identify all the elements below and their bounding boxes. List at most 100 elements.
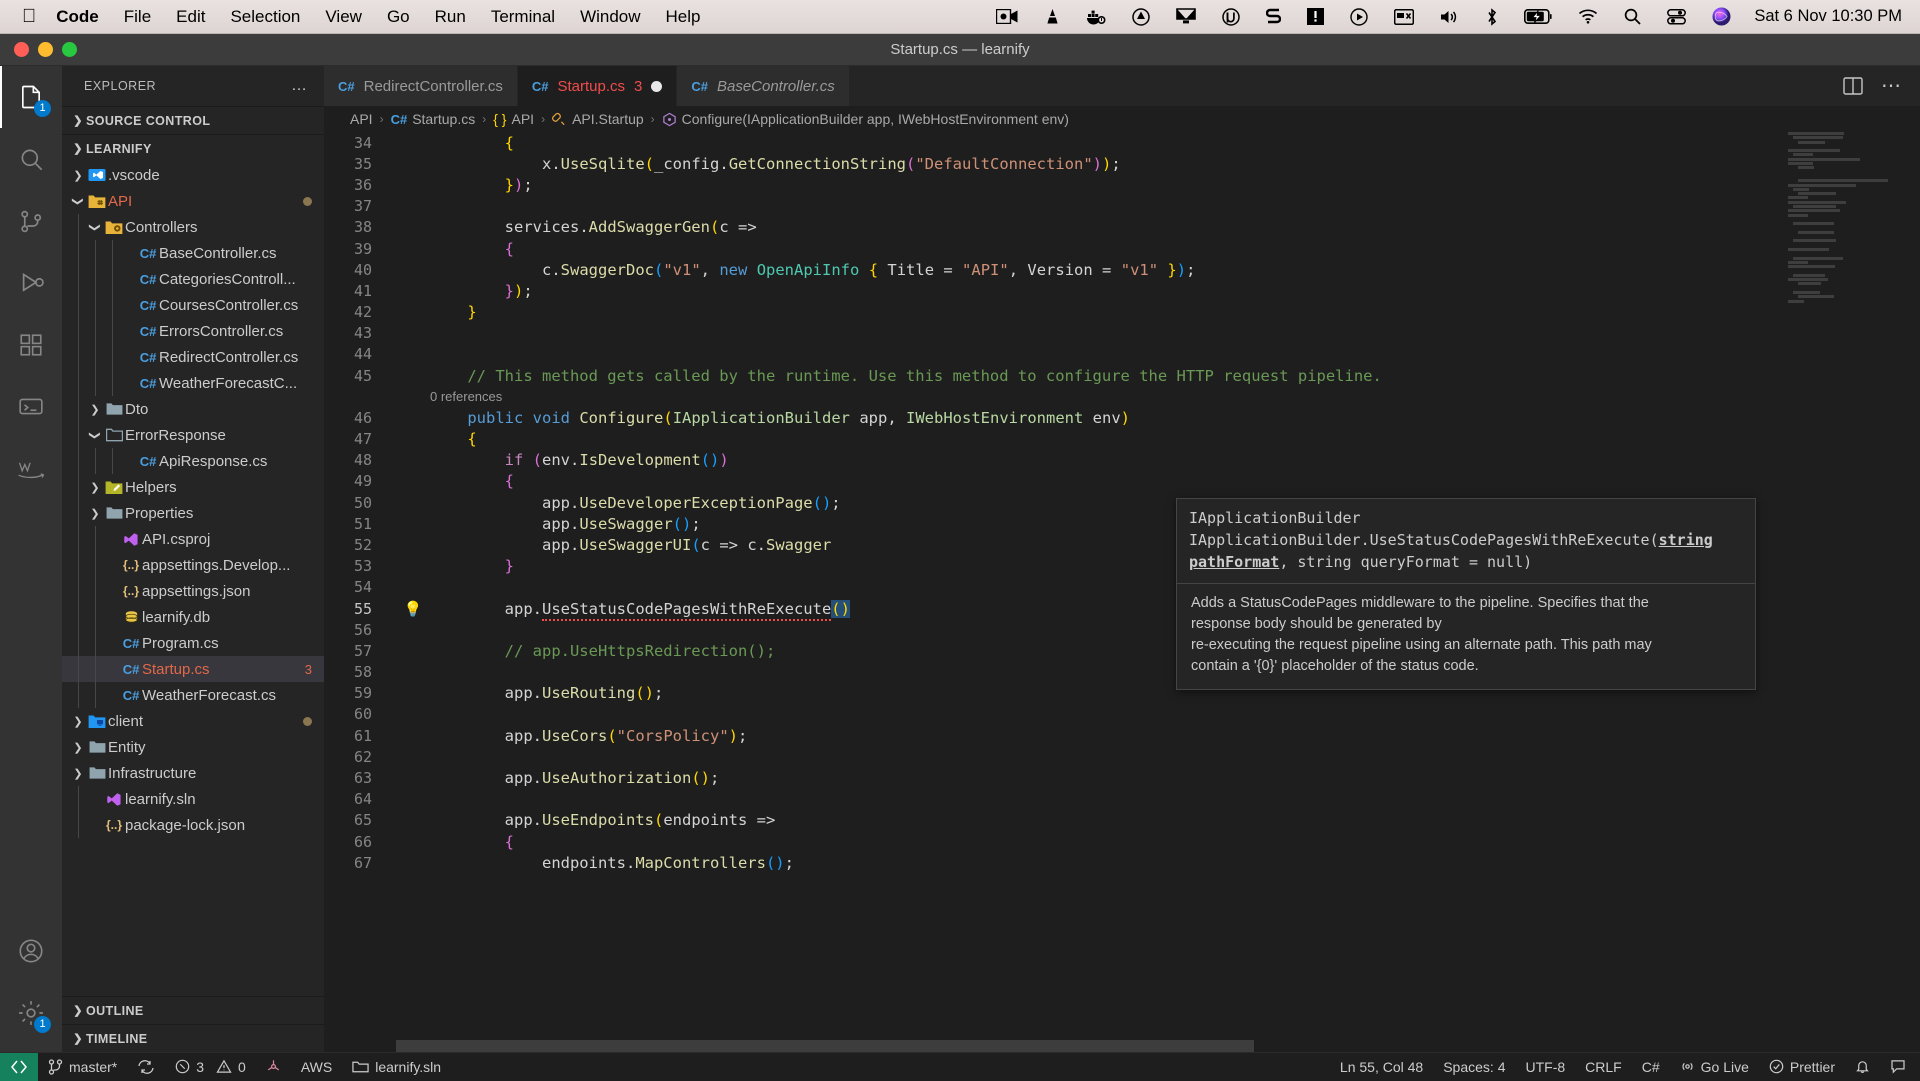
bluetooth-icon[interactable]: [1473, 7, 1511, 26]
status-radiation[interactable]: [256, 1053, 291, 1081]
sidebar-section-source-control[interactable]: ❯ SOURCE CONTROL: [62, 106, 324, 134]
lightbulb-quickfix-icon[interactable]: 💡: [404, 600, 423, 618]
status-problems[interactable]: 3 0: [165, 1053, 256, 1081]
code-line[interactable]: 44: [324, 344, 1920, 365]
code-line[interactable]: 65 app.UseEndpoints(endpoints =>: [324, 810, 1920, 831]
tree-file-row[interactable]: C# Startup.cs 3: [62, 656, 324, 682]
tree-file-row[interactable]: learnify.sln: [62, 786, 324, 812]
code-lens-references[interactable]: 0 references: [324, 386, 1920, 407]
editor-tab[interactable]: C# RedirectController.cs: [324, 66, 518, 106]
code-line[interactable]: 47 {: [324, 428, 1920, 449]
control-center-icon[interactable]: [1654, 8, 1699, 25]
tree-file-row[interactable]: C# BaseController.cs: [62, 240, 324, 266]
tree-folder-row[interactable]: ❯ ErrorResponse: [62, 422, 324, 448]
code-line[interactable]: 34 {: [324, 132, 1920, 153]
code-line[interactable]: 62: [324, 746, 1920, 767]
line-gutter-decoration[interactable]: 💡: [396, 600, 430, 618]
breadcrumb-item[interactable]: API.Startup: [552, 111, 644, 127]
chevron-right-icon[interactable]: ❯: [87, 481, 103, 494]
code-line[interactable]: 67 endpoints.MapControllers();: [324, 852, 1920, 873]
siri-icon[interactable]: [1699, 7, 1744, 26]
tree-file-row[interactable]: {..} appsettings.Develop...: [62, 552, 324, 578]
code-line[interactable]: 37: [324, 196, 1920, 217]
code-line[interactable]: 40 c.SwaggerDoc("v1", new OpenApiInfo { …: [324, 259, 1920, 280]
code-line[interactable]: 39 {: [324, 238, 1920, 259]
screen-recorder-icon[interactable]: [983, 9, 1031, 24]
breadcrumb-item[interactable]: { } API: [493, 111, 534, 127]
code-line[interactable]: 35 x.UseSqlite(_config.GetConnectionStri…: [324, 153, 1920, 174]
file-tree[interactable]: ❯ .vscode ❯ API ❯ Controllers C# BaseController…: [62, 162, 324, 996]
menu-window[interactable]: Window: [580, 7, 640, 27]
tree-file-row[interactable]: {..} package-lock.json: [62, 812, 324, 838]
minimap[interactable]: [1784, 132, 1902, 1052]
breadcrumb-item[interactable]: Configure(IApplicationBuilder app, IWebH…: [662, 111, 1069, 127]
battery-charging-icon[interactable]: [1511, 9, 1565, 24]
activitybar-item-explorer[interactable]: 1: [0, 66, 62, 128]
tree-file-row[interactable]: C# RedirectController.cs: [62, 344, 324, 370]
menu-edit[interactable]: Edit: [176, 7, 205, 27]
activitybar-item-source-control[interactable]: [0, 190, 62, 252]
volume-icon[interactable]: [1427, 9, 1473, 25]
tree-file-row[interactable]: C# CoursesController.cs: [62, 292, 324, 318]
breadcrumb-item[interactable]: C# Startup.cs: [391, 111, 476, 127]
remote-window-indicator[interactable]: [0, 1052, 38, 1081]
status-branch[interactable]: master*: [38, 1053, 127, 1081]
menu-selection[interactable]: Selection: [230, 7, 300, 27]
status-sync[interactable]: [127, 1053, 165, 1081]
activitybar-item-accounts[interactable]: [0, 920, 62, 982]
editor-tab[interactable]: C# Startup.cs 3: [517, 66, 678, 106]
tree-folder-row[interactable]: ❯ Controllers: [62, 214, 324, 240]
menu-terminal[interactable]: Terminal: [491, 7, 555, 27]
chevron-right-icon[interactable]: ❯: [87, 507, 103, 520]
sidebar-more-actions-icon[interactable]: …: [291, 77, 314, 95]
tree-file-row[interactable]: {..} appsettings.json: [62, 578, 324, 604]
tree-file-row[interactable]: C# WeatherForecastC...: [62, 370, 324, 396]
display-icon[interactable]: [1163, 8, 1209, 25]
status-indentation[interactable]: Spaces: 4: [1433, 1053, 1515, 1081]
tree-folder-row[interactable]: ❯ Properties: [62, 500, 324, 526]
menu-code[interactable]: Code: [56, 7, 99, 27]
code-editor[interactable]: 34 {35 x.UseSqlite(_config.GetConnection…: [324, 132, 1920, 1052]
activitybar-item-run-and-debug[interactable]: [0, 252, 62, 314]
chevron-right-icon[interactable]: ❯: [70, 169, 86, 182]
status-solution[interactable]: learnify.sln: [342, 1053, 451, 1081]
tree-file-row[interactable]: C# CategoriesControll...: [62, 266, 324, 292]
more-actions-icon[interactable]: ⋯: [1881, 76, 1902, 96]
tree-file-row[interactable]: API.csproj: [62, 526, 324, 552]
tree-file-row[interactable]: learnify.db: [62, 604, 324, 630]
spotlight-search-icon[interactable]: [1611, 8, 1654, 25]
menubar-clock[interactable]: Sat 6 Nov 10:30 PM: [1744, 7, 1902, 26]
chevron-right-icon[interactable]: ❯: [87, 403, 103, 416]
play-circle-icon[interactable]: [1337, 7, 1381, 26]
status-prettier[interactable]: Prettier: [1759, 1053, 1845, 1081]
code-line[interactable]: 66 {: [324, 831, 1920, 852]
status-notifications[interactable]: [1845, 1053, 1880, 1081]
tree-folder-row[interactable]: ❯ Infrastructure: [62, 760, 324, 786]
breadcrumb-item[interactable]: API: [350, 111, 373, 127]
tree-folder-row[interactable]: ❯ client: [62, 708, 324, 734]
wifi-icon[interactable]: [1565, 9, 1611, 24]
code-line[interactable]: 60: [324, 704, 1920, 725]
code-line[interactable]: 41 });: [324, 280, 1920, 301]
cleanmymac-icon[interactable]: [1119, 7, 1163, 26]
status-encoding[interactable]: UTF-8: [1515, 1053, 1575, 1081]
code-line[interactable]: 49 {: [324, 471, 1920, 492]
chevron-right-icon[interactable]: ❯: [70, 741, 86, 754]
tree-folder-row[interactable]: ❯ .vscode: [62, 162, 324, 188]
activitybar-item-settings[interactable]: 1: [0, 982, 62, 1044]
chevron-right-icon[interactable]: ❯: [70, 767, 86, 780]
code-line[interactable]: 61 app.UseCors("CorsPolicy");: [324, 725, 1920, 746]
screenshot-icon[interactable]: [1381, 8, 1427, 25]
vlc-cone-icon[interactable]: [1031, 8, 1074, 25]
chevron-down-icon[interactable]: ❯: [72, 193, 85, 209]
tree-folder-row[interactable]: ❯ Dto: [62, 396, 324, 422]
menu-file[interactable]: File: [124, 7, 151, 27]
code-line[interactable]: 36 });: [324, 174, 1920, 195]
activitybar-item-aws[interactable]: [0, 438, 62, 500]
apple-menu-icon[interactable]: : [22, 7, 36, 26]
code-line[interactable]: 46 public void Configure(IApplicationBui…: [324, 407, 1920, 428]
utorrent-icon[interactable]: [1209, 7, 1253, 26]
status-language-mode[interactable]: C#: [1632, 1053, 1670, 1081]
sidebar-section-outline[interactable]: ❯ OUTLINE: [62, 996, 324, 1024]
code-line[interactable]: 43: [324, 323, 1920, 344]
